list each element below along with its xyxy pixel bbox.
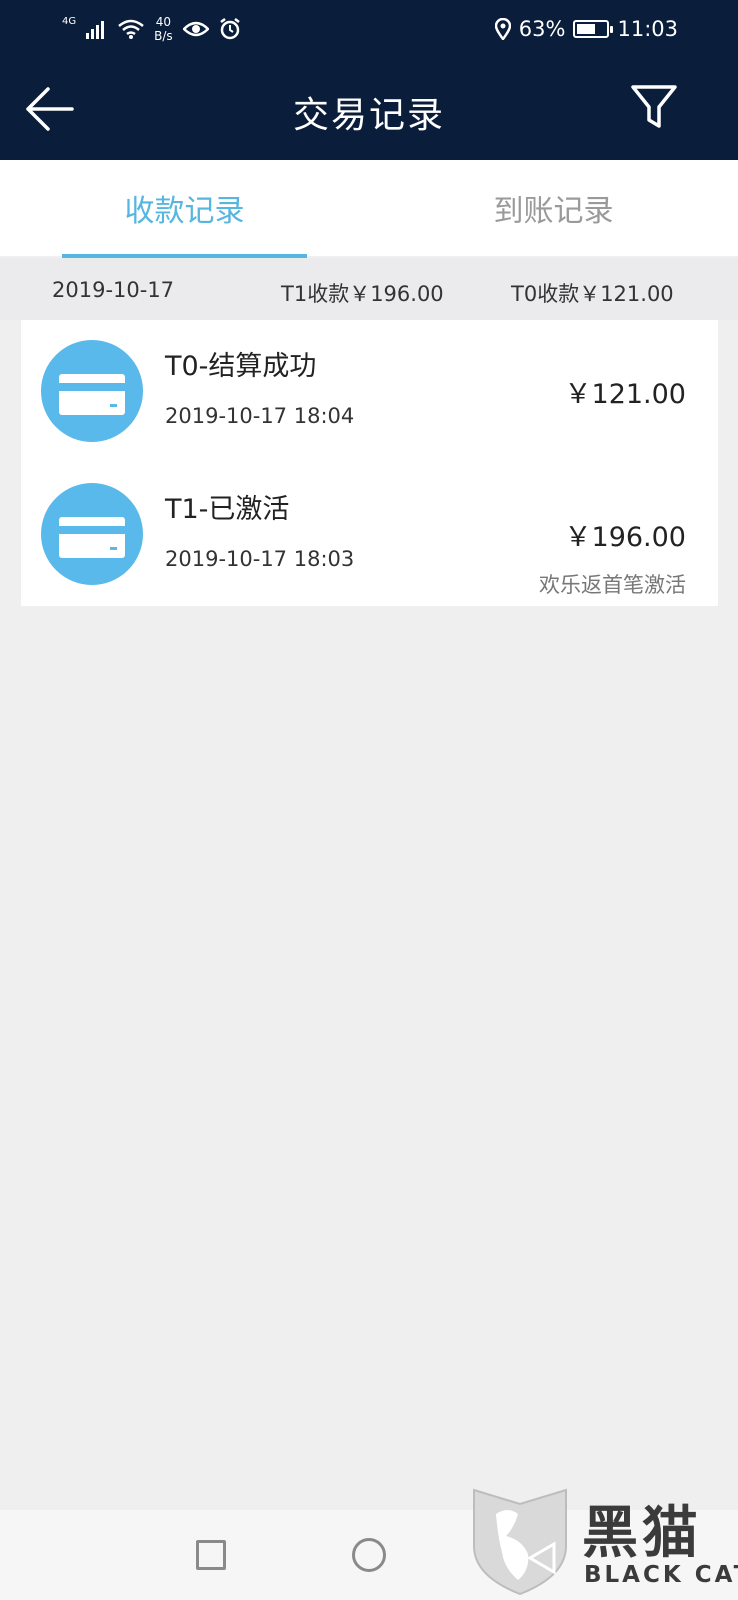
- record-time: 2019-10-17 18:03: [165, 547, 355, 571]
- card-icon: [41, 483, 143, 585]
- tab-bar: 收款记录 到账记录: [0, 160, 738, 256]
- watermark-brand: 黑猫: [582, 1501, 702, 1566]
- list-item[interactable]: T0-结算成功 2019-10-17 18:04 ￥121.00: [21, 320, 718, 463]
- record-status: T0-结算成功: [165, 351, 317, 382]
- summary-t1-total: T1收款￥196.00: [281, 282, 444, 306]
- network-speed: 40 B/s: [154, 15, 173, 43]
- battery-level-fill: [577, 24, 596, 34]
- status-right-group: 63% 11:03: [494, 12, 678, 46]
- home-button[interactable]: [352, 1538, 386, 1572]
- cat-shield-logo-icon: [473, 1488, 567, 1596]
- record-status: T1-已激活: [165, 494, 290, 525]
- battery-percent: 63%: [518, 17, 566, 41]
- recent-apps-button[interactable]: [196, 1540, 226, 1570]
- summary-date: 2019-10-17: [52, 278, 175, 302]
- status-left-group: 4G 40 B/s: [62, 12, 241, 46]
- battery-icon: [573, 20, 614, 38]
- app-header: 交易记录: [0, 58, 738, 160]
- status-bar: 4G 40 B/s 63% 11:03: [0, 0, 738, 58]
- card-icon: [41, 340, 143, 442]
- location-icon: [494, 18, 511, 40]
- record-amount: ￥196.00: [564, 522, 686, 553]
- watermark-subtitle: BLACK CAT: [584, 1562, 738, 1588]
- tab-arrival-records[interactable]: 到账记录: [369, 160, 738, 256]
- speed-value: 40: [155, 15, 172, 29]
- filter-button[interactable]: [630, 82, 682, 136]
- signal-icon: [86, 21, 105, 39]
- alarm-icon: [219, 18, 240, 40]
- record-note: 欢乐返首笔激活: [539, 573, 686, 597]
- daily-summary: 2019-10-17 T1收款￥196.00 T0收款￥121.00: [0, 258, 738, 320]
- record-amount: ￥121.00: [564, 379, 686, 410]
- wifi-icon: [118, 19, 144, 39]
- clock: 11:03: [617, 17, 678, 41]
- tab-collection-records[interactable]: 收款记录: [0, 160, 369, 256]
- funnel-icon: [631, 85, 677, 128]
- transaction-records-screen: 4G 40 B/s 63% 11:03 交易记录 收款记录 到账记录 2019-…: [0, 0, 738, 1600]
- speed-unit: B/s: [154, 29, 173, 43]
- record-time: 2019-10-17 18:04: [165, 404, 355, 428]
- network-type: 4G: [62, 15, 77, 27]
- page-title: 交易记录: [292, 95, 445, 136]
- eye-icon: [182, 21, 209, 37]
- black-cat-watermark: 黑猫 BLACK CAT: [468, 1484, 738, 1600]
- record-list: T0-结算成功 2019-10-17 18:04 ￥121.00 T1-已激活 …: [21, 320, 718, 606]
- list-item[interactable]: T1-已激活 2019-10-17 18:03 ￥196.00 欢乐返首笔激活: [21, 463, 718, 606]
- summary-t0-total: T0收款￥121.00: [511, 282, 674, 306]
